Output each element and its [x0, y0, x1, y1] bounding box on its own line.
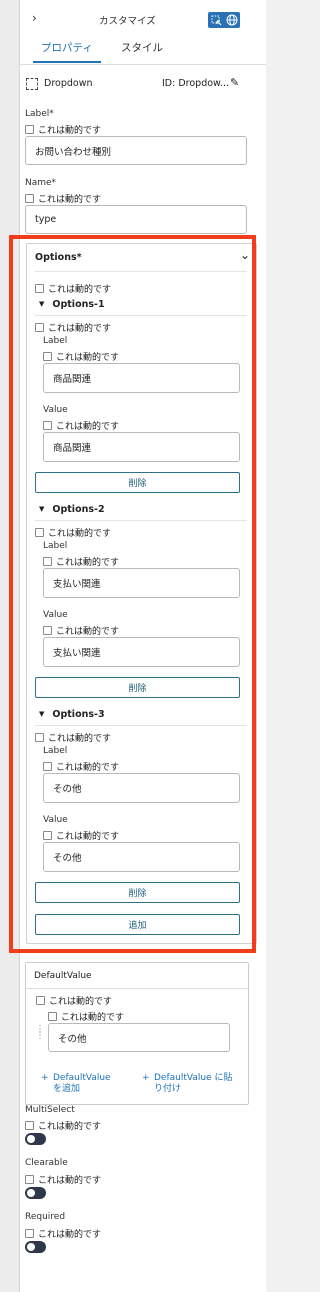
multiselect-title: MultiSelect: [25, 1105, 75, 1115]
select-area-icon[interactable]: [208, 12, 224, 28]
clearable-dynamic-checkbox[interactable]: これは動的です: [25, 1173, 101, 1186]
component-name: Dropdown: [44, 78, 93, 89]
default-value-item-dynamic-checkbox[interactable]: これは動的です: [48, 1010, 124, 1023]
tab-properties[interactable]: プロパティ: [33, 40, 101, 63]
tab-style[interactable]: スタイル: [121, 40, 163, 55]
label-input[interactable]: お問い合わせ種別: [25, 136, 247, 165]
label-field-title: Label*: [25, 109, 54, 119]
component-id: ID: Dropdow...: [162, 78, 229, 89]
plus-icon[interactable]: +: [41, 1073, 49, 1084]
multiselect-dynamic-checkbox[interactable]: これは動的です: [25, 1119, 101, 1132]
panel-title: カスタマイズ: [99, 16, 156, 27]
panel-header: › カスタマイズ: [20, 8, 266, 32]
default-value-input[interactable]: その他: [48, 1023, 230, 1052]
name-input[interactable]: type: [25, 205, 247, 234]
required-title: Required: [25, 1212, 66, 1222]
name-dynamic-checkbox[interactable]: これは動的です: [25, 192, 101, 205]
default-value-title: DefaultValue: [34, 971, 92, 981]
plus-icon[interactable]: +: [142, 1073, 150, 1084]
dashed-square-icon: [26, 78, 38, 90]
tab-bar: プロパティ スタイル: [20, 36, 266, 65]
required-dynamic-checkbox[interactable]: これは動的です: [25, 1227, 101, 1240]
pencil-icon[interactable]: ✎: [230, 76, 239, 89]
component-row: Dropdown ID: Dropdow... ✎: [26, 76, 252, 92]
clearable-title: Clearable: [25, 1158, 68, 1168]
chevron-right-icon[interactable]: ›: [32, 11, 37, 25]
name-field-title: Name*: [25, 178, 57, 188]
default-value-header: DefaultValue: [26, 963, 248, 989]
globe-icon[interactable]: [224, 12, 240, 28]
highlight-frame: [9, 235, 256, 953]
label-dynamic-checkbox[interactable]: これは動的です: [25, 123, 101, 136]
paste-default-value-link[interactable]: DefaultValue に貼 り付け: [154, 1073, 246, 1095]
required-toggle[interactable]: [25, 1241, 46, 1253]
default-value-section: DefaultValue これは動的です これは動的です ⋮⋮ ⋮⋮ その他 + …: [25, 962, 249, 1105]
clearable-toggle[interactable]: [25, 1187, 46, 1199]
default-value-dynamic-checkbox[interactable]: これは動的です: [36, 994, 112, 1007]
header-icon-group: [208, 12, 240, 28]
add-default-value-link[interactable]: DefaultValue を追加: [53, 1073, 133, 1095]
multiselect-toggle[interactable]: [25, 1133, 46, 1145]
